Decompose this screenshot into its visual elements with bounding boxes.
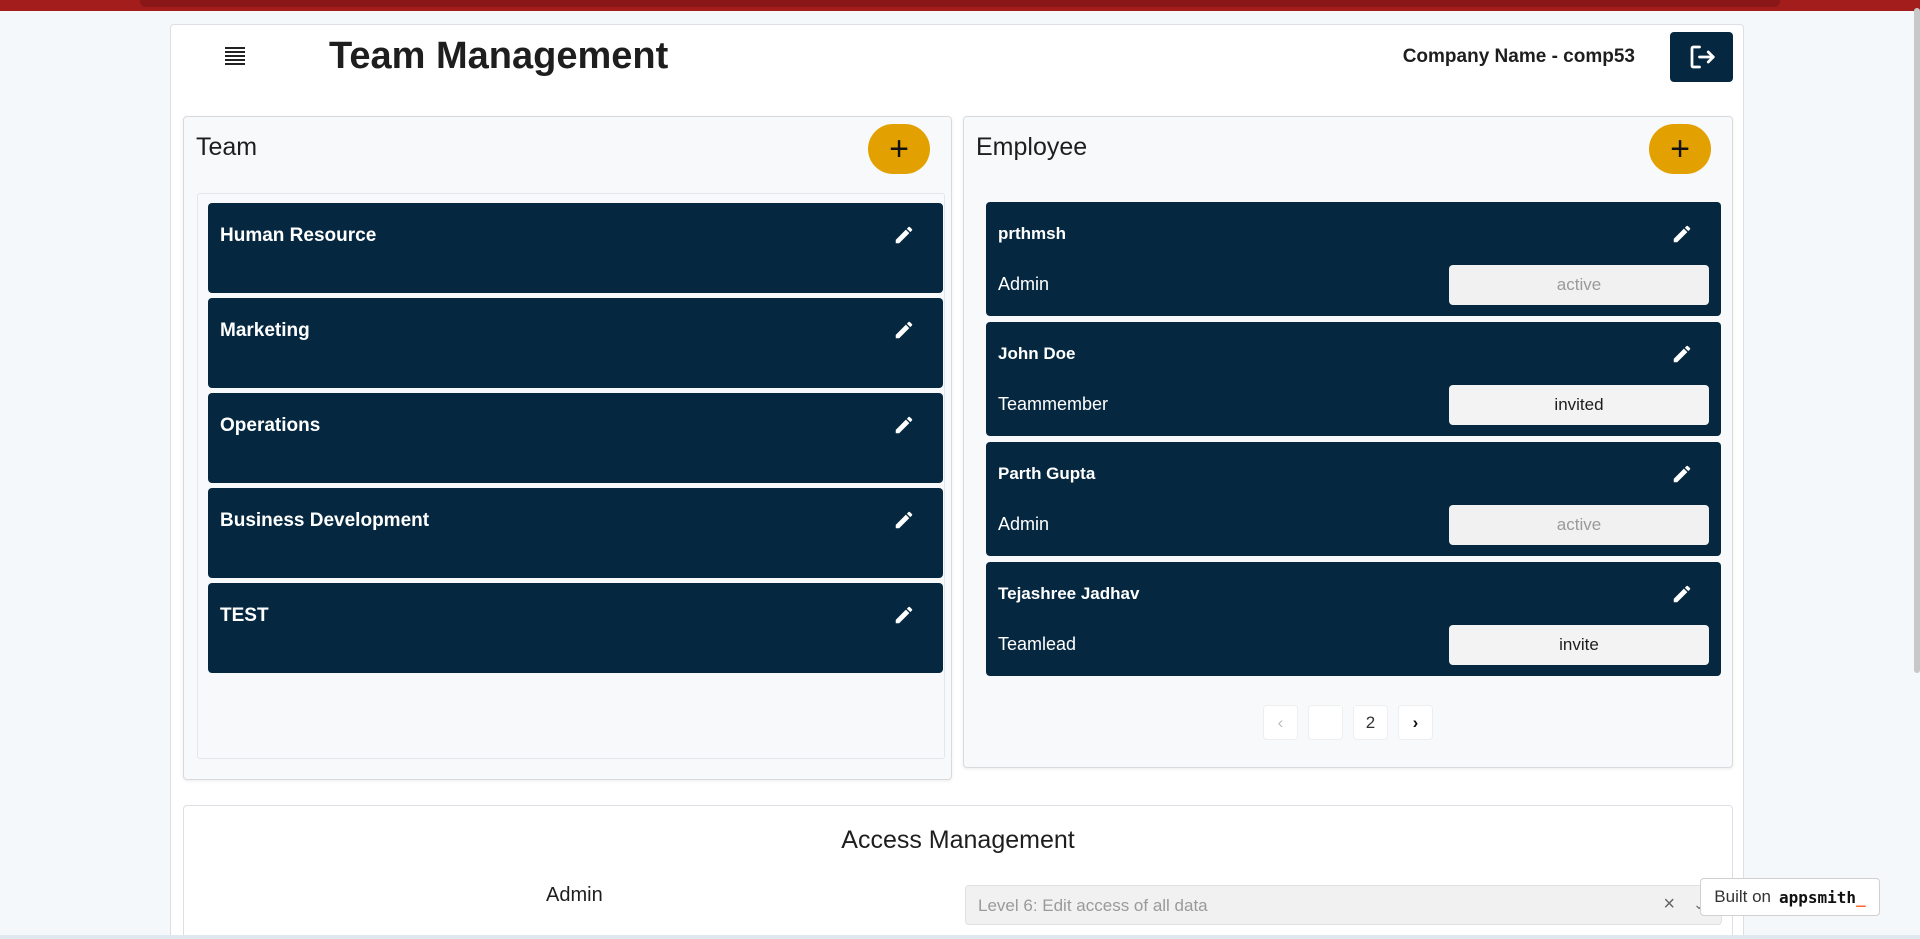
access-level-select[interactable]: Level 6: Edit access of all data × ⌄ [965,885,1722,925]
team-card[interactable]: Operations [208,393,943,483]
pencil-icon[interactable] [1669,221,1695,247]
page-title: Team Management [329,35,669,77]
team-panel-title: Team [196,133,258,161]
app-page: Team Management Company Name - comp53 Te… [170,24,1744,939]
access-level-value: Level 6: Edit access of all data [978,896,1208,915]
next-page-button[interactable]: › [1398,705,1433,740]
add-employee-button[interactable]: + [1649,124,1711,174]
pencil-icon[interactable] [891,507,917,533]
header: Team Management Company Name - comp53 [171,25,1743,89]
access-management-panel: Access Management Admin Level 6: Edit ac… [183,805,1733,939]
page-current[interactable] [1308,705,1343,740]
pencil-icon[interactable] [891,317,917,343]
team-name: Marketing [220,320,310,341]
pencil-icon[interactable] [1669,341,1695,367]
status-button[interactable]: invite [1449,625,1709,665]
team-card[interactable]: Human Resource [208,203,943,293]
employee-name: Parth Gupta [998,464,1096,483]
appsmith-logo-text: appsmith [1779,887,1857,907]
pencil-icon[interactable] [1669,581,1695,607]
bottom-line [0,935,1920,939]
employee-panel: Employee + prthmsh Admin active John Doe… [963,116,1733,768]
status-button[interactable]: invited [1449,385,1709,425]
employee-name: John Doe [998,344,1076,363]
plus-icon: + [889,130,909,168]
employee-card: prthmsh Admin active [986,202,1721,316]
team-card[interactable]: TEST [208,583,943,673]
employee-card: Tejashree Jadhav Teamlead invite [986,562,1721,676]
team-list: Human Resource Marketing Operations Busi… [197,193,945,759]
team-card[interactable]: Business Development [208,488,943,578]
employee-panel-title: Employee [976,133,1088,161]
appsmith-logo-cursor: _ [1856,887,1866,907]
team-card[interactable]: Marketing [208,298,943,388]
page-2-button[interactable]: 2 [1353,705,1388,740]
chevron-right-icon: › [1412,712,1419,732]
employee-name: prthmsh [998,224,1066,243]
add-team-button[interactable]: + [868,124,930,174]
company-name: Company Name - comp53 [1402,46,1635,67]
clear-icon[interactable]: × [1663,893,1675,916]
employee-role: Admin [998,514,1050,534]
pencil-icon[interactable] [891,412,917,438]
pagination: ‹ 2 › [1263,705,1433,740]
logout-icon [1690,45,1715,69]
top-strip-inner [140,0,1780,7]
menu-icon[interactable] [221,45,249,67]
top-strip [0,0,1920,11]
employee-role: Teamlead [998,634,1077,654]
team-name: Human Resource [220,225,377,246]
scrollbar-thumb[interactable] [1914,8,1920,673]
team-name: Operations [220,415,321,436]
team-panel: Team + Human Resource Marketing Operatio… [183,116,952,780]
logout-button[interactable] [1670,32,1733,82]
plus-icon: + [1670,130,1690,168]
prev-page-button[interactable]: ‹ [1263,705,1298,740]
built-on-label: Built on [1714,887,1771,906]
employee-card: Parth Gupta Admin active [986,442,1721,556]
scrollbar[interactable] [1912,0,1920,939]
access-role-label: Admin [546,884,603,906]
employee-name: Tejashree Jadhav [998,584,1140,603]
team-name: Business Development [220,510,430,531]
employee-role: Teammember [998,394,1109,414]
chevron-left-icon: ‹ [1277,712,1284,732]
pencil-icon[interactable] [1669,461,1695,487]
employee-role: Admin [998,274,1050,294]
pencil-icon[interactable] [891,222,917,248]
built-on-appsmith-badge[interactable]: Built on appsmith_ [1700,878,1880,916]
appsmith-logo: appsmith_ [1779,888,1866,907]
access-title: Access Management [841,826,1075,854]
status-button: active [1449,505,1709,545]
status-button: active [1449,265,1709,305]
team-name: TEST [220,605,269,626]
employee-card: John Doe Teammember invited [986,322,1721,436]
pencil-icon[interactable] [891,602,917,628]
